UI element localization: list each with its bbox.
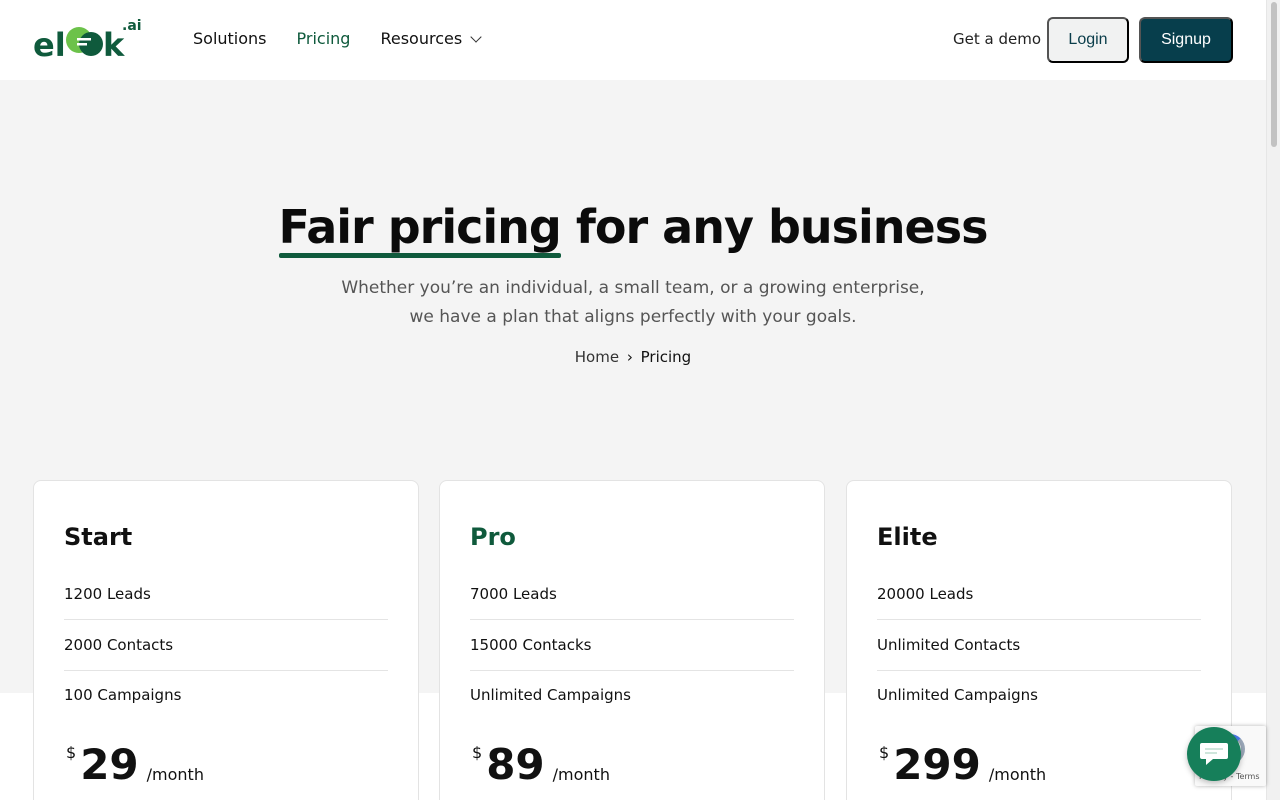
breadcrumb-current: Pricing xyxy=(640,348,692,366)
divider xyxy=(877,670,1201,671)
chevron-down-icon xyxy=(470,30,482,43)
plan-card-pro: Pro 7000 Leads 15000 Contacks Unlimited … xyxy=(439,480,825,800)
divider xyxy=(470,619,794,620)
plan-name: Elite xyxy=(877,523,938,551)
plan-name: Pro xyxy=(470,523,516,551)
price-amount: 89 xyxy=(486,740,545,789)
plan-feature: Unlimited Contacts xyxy=(877,636,1021,654)
svg-text:el: el xyxy=(33,26,66,62)
price-amount: 29 xyxy=(80,740,139,789)
chat-launcher-button[interactable] xyxy=(1187,727,1241,781)
plan-feature: 15000 Contacks xyxy=(470,636,592,654)
site-header: el k .ai Solutions Pricing Resources Get… xyxy=(0,0,1266,80)
plan-feature: Unlimited Campaigns xyxy=(470,686,632,704)
price-period: /month xyxy=(988,765,1047,784)
price-period: /month xyxy=(146,765,204,784)
plan-card-start: Start 1200 Leads 2000 Contacts 100 Campa… xyxy=(33,480,419,800)
plan-feature: 20000 Leads xyxy=(877,585,974,603)
divider xyxy=(877,619,1201,620)
nav-resources-label: Resources xyxy=(380,29,463,48)
get-demo-link[interactable]: Get a demo xyxy=(953,30,1041,48)
plan-feature: 2000 Contacts xyxy=(64,636,174,654)
nav-pricing[interactable]: Pricing xyxy=(297,29,351,48)
title-rest: for any business xyxy=(560,200,989,254)
logo-suffix: .ai xyxy=(122,18,142,34)
price-currency: $ xyxy=(66,743,77,762)
breadcrumb-home[interactable]: Home xyxy=(575,348,619,366)
price-currency: $ xyxy=(879,743,890,762)
plan-feature: 7000 Leads xyxy=(470,585,557,603)
price-amount: 299 xyxy=(893,740,981,789)
plan-price: $ 29 /month xyxy=(66,739,204,791)
divider xyxy=(470,670,794,671)
price-currency: $ xyxy=(472,743,483,762)
nav-resources[interactable]: Resources xyxy=(380,29,482,48)
divider xyxy=(64,670,388,671)
subtitle-line-1: Whether you’re an individual, a small te… xyxy=(341,278,925,298)
subtitle-line-2: we have a plan that aligns perfectly wit… xyxy=(409,307,857,327)
chat-bubble-icon xyxy=(1200,743,1228,765)
main-nav: Solutions Pricing Resources xyxy=(193,29,482,48)
plan-feature: 1200 Leads xyxy=(64,585,151,603)
title-highlight: Fair pricing xyxy=(278,200,562,258)
price-period: /month xyxy=(552,765,610,784)
plan-feature: Unlimited Campaigns xyxy=(877,686,1039,704)
signup-button[interactable]: Signup xyxy=(1139,17,1233,63)
divider xyxy=(64,619,388,620)
scrollbar-thumb[interactable] xyxy=(1271,2,1277,147)
login-button[interactable]: Login xyxy=(1047,17,1129,63)
breadcrumb: Home › Pricing xyxy=(0,348,1266,366)
plan-feature: 100 Campaigns xyxy=(64,686,182,704)
nav-solutions[interactable]: Solutions xyxy=(193,29,267,48)
breadcrumb-separator: › xyxy=(626,348,633,366)
hero-subtitle: Whether you’re an individual, a small te… xyxy=(0,274,1266,332)
plan-price: $ 299 /month xyxy=(879,739,1046,791)
page-title: Fair pricing for any business xyxy=(0,200,1266,258)
page-scrollbar[interactable] xyxy=(1266,0,1280,800)
plan-name: Start xyxy=(64,523,133,551)
plan-price: $ 89 /month xyxy=(472,739,610,791)
plan-card-elite: Elite 20000 Leads Unlimited Contacts Unl… xyxy=(846,480,1232,800)
